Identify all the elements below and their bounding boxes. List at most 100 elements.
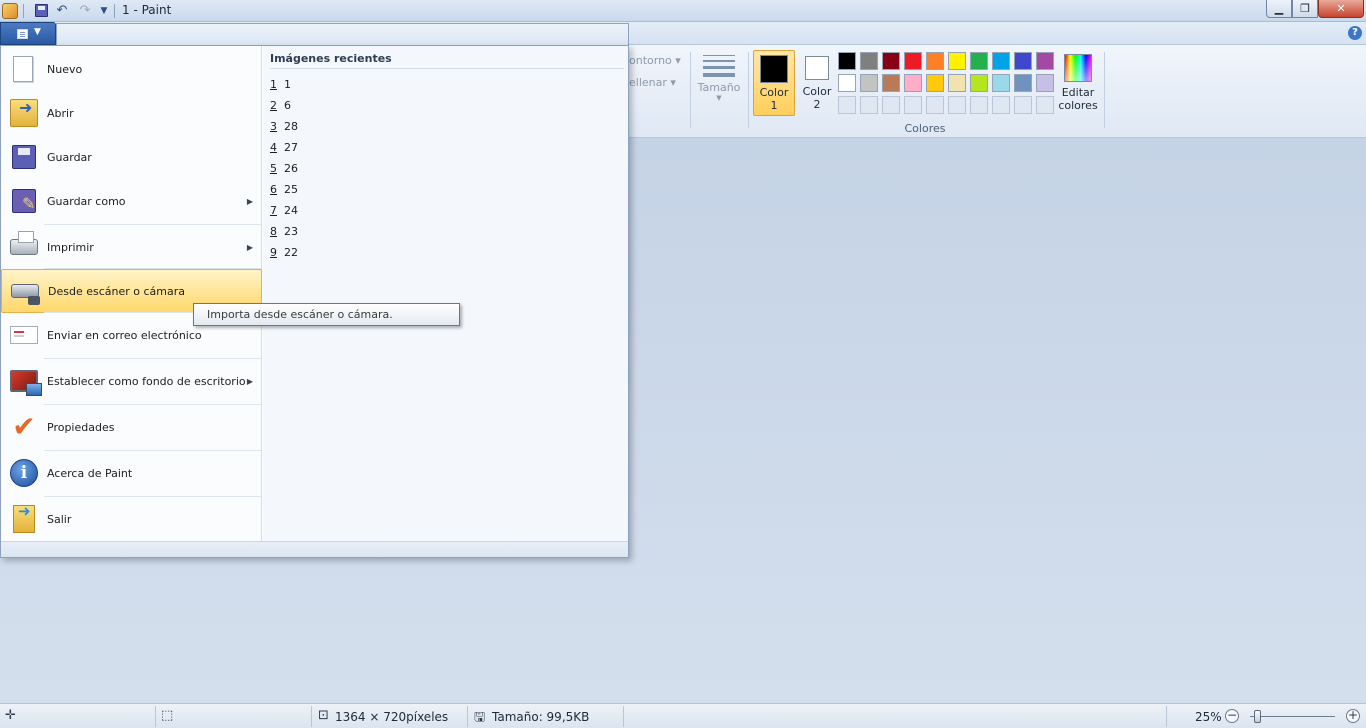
menu-item-7[interactable]: Establecer como fondo de escritorio ▶: [1, 359, 262, 403]
palette-swatch[interactable]: [1036, 52, 1054, 70]
recent-image-number: 1: [270, 78, 277, 91]
save-as-icon: [12, 189, 36, 213]
custom-color-slot[interactable]: [838, 96, 856, 114]
status-separator: [311, 706, 312, 727]
ribbon-separator: [748, 52, 749, 128]
recent-image-item[interactable]: 8 23: [270, 225, 298, 238]
custom-color-slot[interactable]: [1036, 96, 1054, 114]
color1-button[interactable]: Color 1: [753, 50, 795, 116]
palette-swatch[interactable]: [860, 52, 878, 70]
fill-button[interactable]: ellenar ▾: [629, 76, 676, 89]
custom-color-slot[interactable]: [882, 96, 900, 114]
help-icon[interactable]: ?: [1348, 26, 1362, 40]
menu-item-4[interactable]: Imprimir ▶: [1, 225, 262, 269]
palette-swatch[interactable]: [882, 74, 900, 92]
custom-color-slot[interactable]: [904, 96, 922, 114]
custom-color-slot[interactable]: [948, 96, 966, 114]
menu-item-3[interactable]: Guardar como ▶: [1, 179, 262, 223]
recent-image-item[interactable]: 7 24: [270, 204, 298, 217]
recent-image-item[interactable]: 3 28: [270, 120, 298, 133]
recent-image-item[interactable]: 9 22: [270, 246, 298, 259]
email-icon: [10, 326, 38, 344]
close-button[interactable]: ✕: [1318, 0, 1364, 18]
quick-save-button[interactable]: [32, 3, 50, 19]
fill-label: ellenar: [629, 76, 667, 89]
custom-color-slot[interactable]: [970, 96, 988, 114]
colors-group-label: Colores: [904, 122, 946, 135]
color2-swatch: [805, 56, 829, 80]
recent-image-item[interactable]: 6 25: [270, 183, 298, 196]
palette-swatch[interactable]: [904, 74, 922, 92]
recent-images-title: Imágenes recientes: [270, 52, 392, 65]
zoom-slider-track[interactable]: [1250, 716, 1335, 717]
outline-label: ontorno: [629, 54, 672, 67]
custom-color-slot[interactable]: [992, 96, 1010, 114]
color1-label: Color 1: [759, 86, 789, 112]
menu-item-9[interactable]: i Acerca de Paint: [1, 451, 262, 495]
paint-menu-button[interactable]: ▼: [0, 22, 56, 45]
menu-item-10[interactable]: Salir: [1, 497, 262, 541]
palette-swatch[interactable]: [1014, 74, 1032, 92]
recent-images-panel: Imágenes recientes 1 1 2 6 3 28 4 27 5 26 6 25 7 24 8 2…: [263, 46, 628, 541]
menu-item-1[interactable]: Abrir: [1, 91, 262, 135]
palette-swatch[interactable]: [838, 52, 856, 70]
palette-swatch[interactable]: [838, 74, 856, 92]
color1-swatch: [760, 55, 788, 83]
edit-colors-button[interactable]: Editar colores: [1056, 52, 1100, 112]
zoom-in-button[interactable]: +: [1346, 709, 1360, 723]
paint-app-icon[interactable]: [2, 3, 18, 19]
recent-image-name: 27: [284, 141, 298, 154]
color-palette: [838, 52, 1054, 114]
palette-swatch[interactable]: [992, 52, 1010, 70]
recent-image-item[interactable]: 5 26: [270, 162, 298, 175]
minimize-button[interactable]: ▁: [1266, 0, 1292, 18]
file-size-icon: 🖫: [474, 710, 486, 725]
selection-size-icon: ⬚: [161, 708, 174, 723]
zoom-slider-thumb[interactable]: [1254, 710, 1261, 723]
palette-swatch[interactable]: [1036, 74, 1054, 92]
recent-image-item[interactable]: 26: [270, 99, 291, 112]
custom-color-slot[interactable]: [860, 96, 878, 114]
palette-swatch[interactable]: [1014, 52, 1032, 70]
redo-button[interactable]: ↷: [76, 3, 94, 19]
exit-icon: [13, 502, 35, 533]
palette-swatch[interactable]: [882, 52, 900, 70]
submenu-arrow-icon: ▶: [246, 242, 253, 252]
zoom-level: 25%: [1195, 710, 1222, 724]
palette-swatch[interactable]: [926, 74, 944, 92]
recent-image-item[interactable]: 4 27: [270, 141, 298, 154]
palette-swatch[interactable]: [970, 52, 988, 70]
recent-image-name: 24: [284, 204, 298, 217]
zoom-out-button[interactable]: −: [1225, 709, 1239, 723]
title-separator: [114, 4, 115, 18]
palette-swatch[interactable]: [926, 52, 944, 70]
chevron-down-icon: ▼: [34, 27, 41, 37]
customize-quick-access-button[interactable]: ▼: [95, 3, 113, 19]
menu-item-8[interactable]: ✔ Propiedades: [1, 405, 262, 449]
palette-swatch[interactable]: [860, 74, 878, 92]
submenu-arrow-icon: ▶: [246, 376, 253, 386]
status-bar: ✛ ⬚ ⊡ 1364 × 720píxeles 🖫 Tamaño: 99,5KB…: [0, 703, 1366, 728]
recent-image-number: 5: [270, 162, 277, 175]
menu-item-0[interactable]: Nuevo: [1, 47, 262, 91]
maximize-button[interactable]: ❐: [1292, 0, 1318, 18]
custom-color-slot[interactable]: [1014, 96, 1032, 114]
outline-button[interactable]: ontorno ▾: [629, 54, 681, 67]
palette-swatch[interactable]: [948, 74, 966, 92]
palette-swatch[interactable]: [970, 74, 988, 92]
status-separator: [467, 706, 468, 727]
menu-item-2[interactable]: Guardar: [1, 135, 262, 179]
size-dropdown-icon: ▼: [716, 94, 722, 102]
undo-button[interactable]: ↶: [53, 3, 71, 19]
menu-item-label: Enviar en correo electrónico: [47, 328, 202, 342]
save-icon: [34, 4, 48, 17]
menu-item-label: Desde escáner o cámara: [48, 284, 185, 298]
size-button[interactable]: Tamaño ▼: [694, 52, 744, 134]
recent-image-item[interactable]: 11: [270, 78, 291, 91]
color2-button[interactable]: Color 2: [796, 50, 838, 116]
palette-swatch[interactable]: [992, 74, 1010, 92]
app-menu-footer: [1, 541, 628, 557]
palette-swatch[interactable]: [904, 52, 922, 70]
palette-swatch[interactable]: [948, 52, 966, 70]
custom-color-slot[interactable]: [926, 96, 944, 114]
